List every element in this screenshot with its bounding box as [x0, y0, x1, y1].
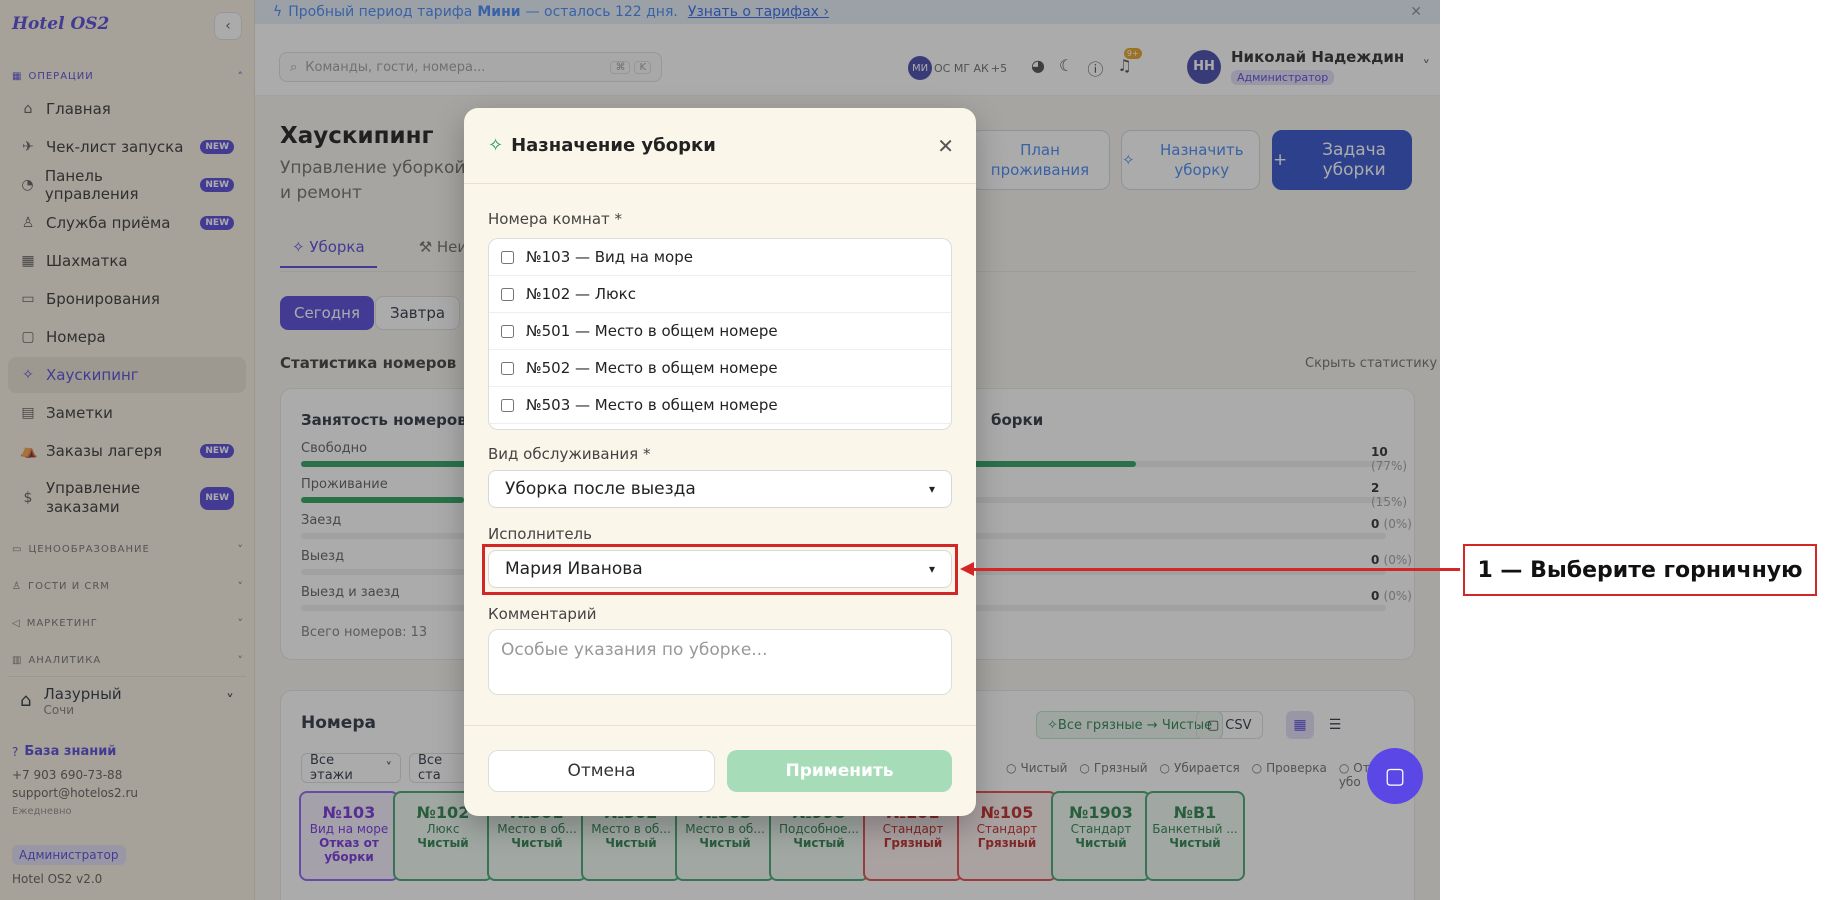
room-checkbox[interactable] [501, 361, 514, 375]
apply-button[interactable]: Применить [727, 750, 952, 792]
textarea-placeholder: Особые указания по уборке... [501, 640, 768, 660]
room-checkbox-list[interactable]: №103 — Вид на море №102 — Люкс №501 — Ме… [488, 238, 952, 430]
app-window: Hotel OS2 ‹ ▦ ОПЕРАЦИИ ˄ ⌂ Главная ✈ Чек-л… [0, 0, 1440, 900]
rooms-label: Номера комнат * [488, 210, 623, 228]
room-option-label: №503 — Место в общем номере [526, 396, 778, 414]
room-option[interactable]: №103 — Вид на море [489, 239, 951, 276]
annotation-arrow [970, 568, 1460, 571]
service-type-label: Вид обслуживания * [488, 445, 651, 463]
dialog-header: ✧ Назначение уборки ✕ [464, 108, 976, 184]
chevron-down-icon: ▾ [928, 482, 935, 496]
chat-icon[interactable]: ▢ [1367, 748, 1423, 804]
assignee-label: Исполнитель [488, 525, 592, 543]
highlight-box [482, 544, 958, 595]
room-checkbox[interactable] [501, 287, 514, 301]
close-icon[interactable]: ✕ [937, 134, 954, 158]
room-option[interactable]: №501 — Место в общем номере [489, 313, 951, 350]
annotation-callout: 1 — Выберите горничную [1463, 544, 1817, 596]
dialog-title: Назначение уборки [511, 135, 716, 156]
room-option-label: №103 — Вид на море [526, 248, 693, 266]
service-type-select[interactable]: Уборка после выезда ▾ [488, 470, 952, 508]
room-option-label: №102 — Люкс [526, 285, 636, 303]
comment-label: Комментарий [488, 605, 597, 623]
divider [464, 725, 976, 726]
room-option[interactable]: №502 — Место в общем номере [489, 350, 951, 387]
room-checkbox[interactable] [501, 250, 514, 264]
sparkle-icon: ✧ [488, 135, 504, 156]
room-option[interactable]: №102 — Люкс [489, 276, 951, 313]
room-checkbox[interactable] [501, 398, 514, 412]
assign-cleaning-dialog: ✧ Назначение уборки ✕ Номера комнат * №1… [464, 108, 976, 816]
room-option[interactable]: №503 — Место в общем номере [489, 387, 951, 424]
comment-textarea[interactable]: Особые указания по уборке... [488, 629, 952, 695]
room-option-label: №501 — Место в общем номере [526, 322, 778, 340]
arrow-head-icon [960, 562, 974, 576]
cancel-button[interactable]: Отмена [488, 750, 715, 792]
room-option-label: №502 — Место в общем номере [526, 359, 778, 377]
room-checkbox[interactable] [501, 324, 514, 338]
select-value: Уборка после выезда [505, 479, 696, 499]
